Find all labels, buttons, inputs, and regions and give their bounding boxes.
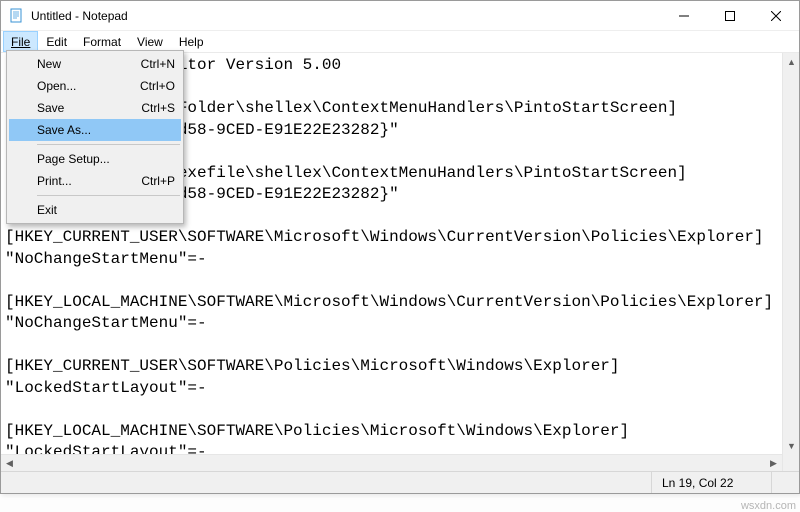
watermark: wsxdn.com [741,500,796,512]
file-menu-print[interactable]: Print... Ctrl+P [9,170,181,192]
menu-separator [37,144,180,145]
file-menu-open[interactable]: Open... Ctrl+O [9,75,181,97]
menu-view[interactable]: View [129,31,171,52]
menu-edit[interactable]: Edit [38,31,75,52]
scroll-right-icon[interactable]: ▶ [765,455,782,471]
vertical-scrollbar[interactable]: ▲ ▼ [782,53,799,471]
file-menu-new[interactable]: New Ctrl+N [9,53,181,75]
scroll-down-icon[interactable]: ▼ [783,437,799,454]
file-menu-page-setup[interactable]: Page Setup... [9,148,181,170]
file-menu-save[interactable]: Save Ctrl+S [9,97,181,119]
menu-format[interactable]: Format [75,31,129,52]
file-menu-dropdown: New Ctrl+N Open... Ctrl+O Save Ctrl+S Sa… [6,50,184,224]
titlebar: Untitled - Notepad [1,1,799,31]
horizontal-scrollbar[interactable]: ◀ ▶ [1,454,782,471]
scroll-up-icon[interactable]: ▲ [783,53,799,70]
file-menu-save-as[interactable]: Save As... [9,119,181,141]
menu-separator [37,195,180,196]
maximize-button[interactable] [707,1,753,30]
status-position: Ln 19, Col 22 [651,472,771,493]
status-empty [771,472,799,493]
notepad-window: Untitled - Notepad File Edit Format View… [0,0,800,494]
window-controls [661,1,799,30]
notepad-icon [9,8,25,24]
menu-file[interactable]: File [3,31,38,52]
statusbar: Ln 19, Col 22 [1,471,799,493]
minimize-button[interactable] [661,1,707,30]
file-menu-exit[interactable]: Exit [9,199,181,221]
menubar: File Edit Format View Help [1,31,799,52]
menu-help[interactable]: Help [171,31,212,52]
scroll-left-icon[interactable]: ◀ [1,455,18,471]
window-title: Untitled - Notepad [31,9,128,23]
close-button[interactable] [753,1,799,30]
